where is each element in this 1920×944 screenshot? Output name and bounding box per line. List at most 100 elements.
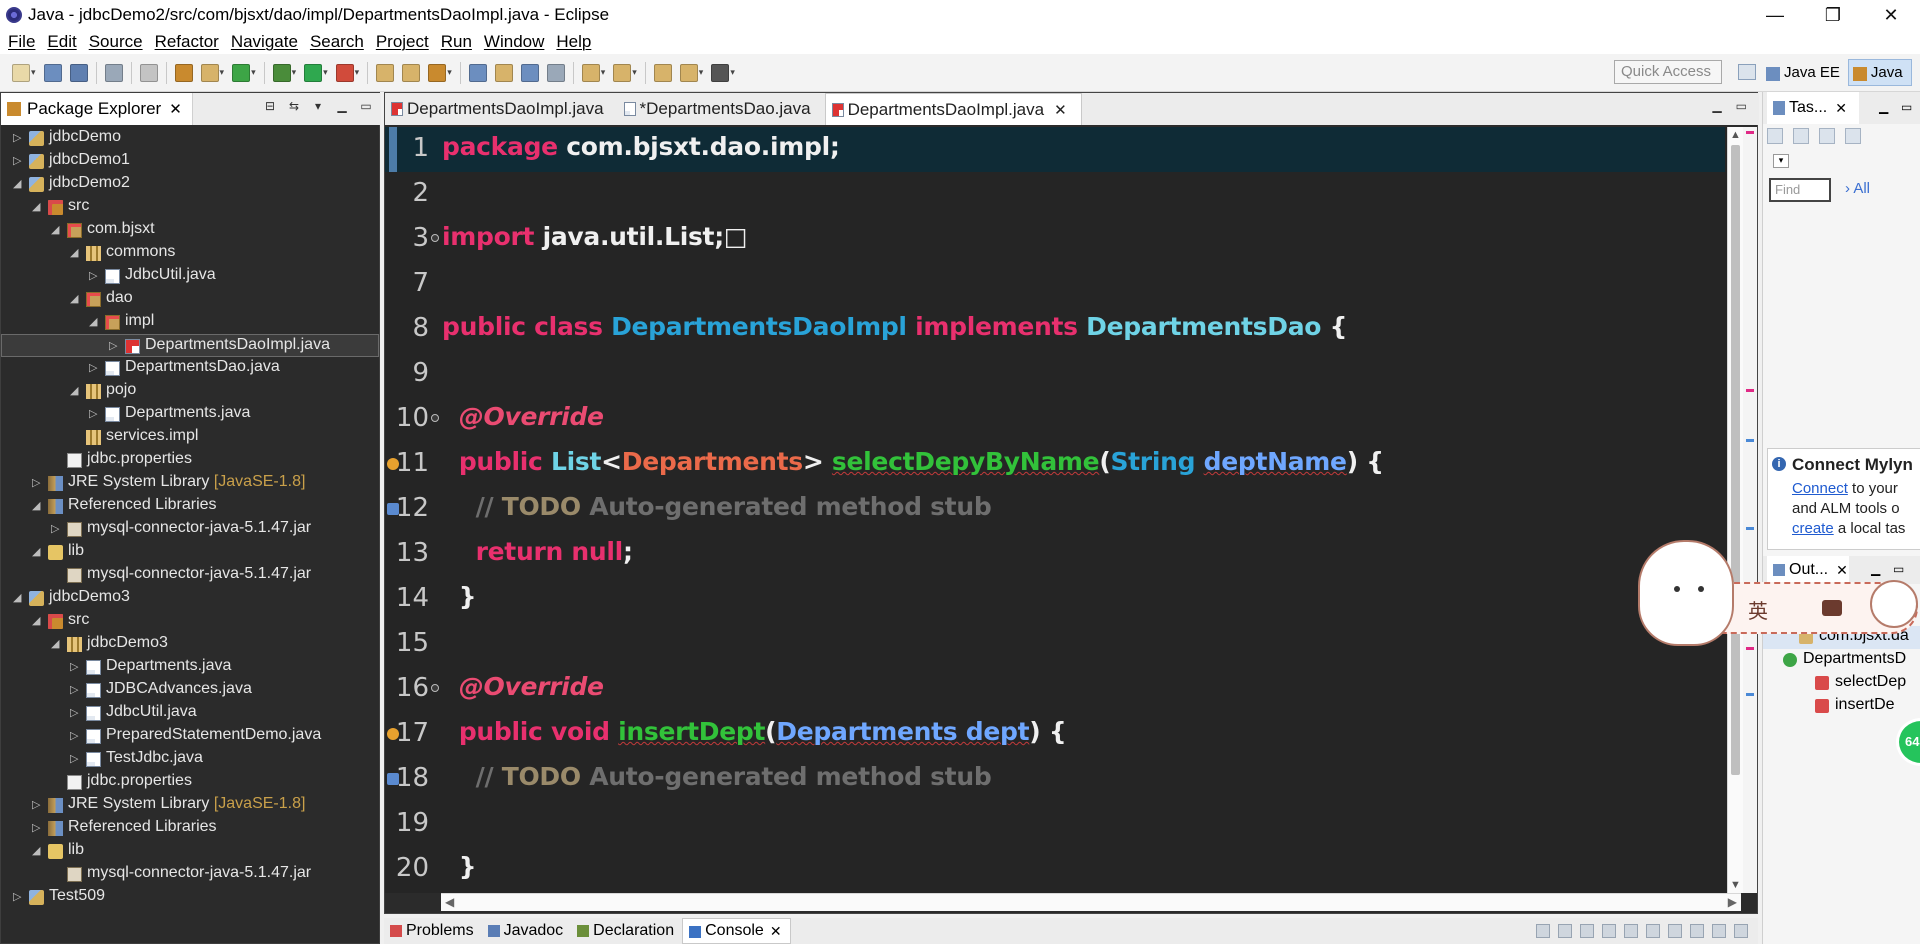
tab-problems[interactable]: Problems (384, 918, 482, 944)
tree-item[interactable]: ◢ dao (1, 288, 379, 311)
expand-arrow-icon[interactable]: ▷ (70, 729, 80, 743)
external-tools-icon[interactable] (335, 63, 354, 82)
expand-arrow-icon[interactable]: ▷ (70, 752, 80, 766)
scroll-lock-icon[interactable] (1602, 924, 1616, 938)
tab-javadoc[interactable]: Javadoc (482, 918, 572, 944)
task-marker[interactable] (1746, 439, 1754, 442)
outline-item[interactable]: DepartmentsD (1763, 649, 1920, 672)
expand-arrow-icon[interactable]: ▷ (32, 798, 42, 812)
minimize-view-icon[interactable]: ▁ (1879, 100, 1888, 114)
menu-search[interactable]: Search (304, 32, 370, 52)
collapse-arrow-icon[interactable]: ◢ (70, 384, 80, 398)
scroll-down-icon[interactable]: ▼ (1730, 879, 1741, 891)
terminate-icon[interactable] (1536, 924, 1550, 938)
minimize-button[interactable]: — (1746, 0, 1804, 30)
collapse-arrow-icon[interactable]: ◢ (13, 591, 23, 605)
back-icon[interactable] (679, 63, 698, 82)
expand-arrow-icon[interactable]: ▷ (89, 269, 99, 283)
tree-item[interactable]: ▷ Departments.java (1, 403, 379, 426)
task-marker[interactable] (1746, 527, 1754, 530)
forward-icon[interactable] (711, 63, 730, 82)
save-all-icon[interactable] (69, 63, 88, 82)
tree-item[interactable]: jdbc.properties (1, 449, 379, 472)
tree-item[interactable]: ◢ jdbcDemo3 (1, 587, 379, 610)
pin-console-icon[interactable] (1646, 924, 1660, 938)
scroll-left-icon[interactable]: ◀ (445, 895, 454, 909)
collapse-arrow-icon[interactable]: ◢ (51, 637, 61, 651)
tree-item[interactable]: ◢ impl (1, 311, 379, 334)
code-line[interactable]: 1 package com.bjsxt.dao.impl; (385, 127, 1725, 172)
fold-toggle-icon[interactable] (431, 414, 439, 422)
show-whitespace-icon[interactable] (520, 63, 539, 82)
categorize-icon[interactable] (1793, 128, 1809, 144)
expand-arrow-icon[interactable]: ▷ (70, 706, 80, 720)
new-package-icon[interactable] (200, 63, 219, 82)
collapse-arrow-icon[interactable]: ◢ (32, 499, 42, 513)
tree-item[interactable]: ▷ Departments.java (1, 656, 379, 679)
task-marker-icon[interactable] (387, 773, 399, 785)
debug-icon[interactable] (272, 63, 291, 82)
overview-ruler[interactable] (1743, 127, 1757, 893)
tree-item[interactable]: ▷ Referenced Libraries (1, 817, 379, 840)
search-icon[interactable] (428, 63, 447, 82)
menu-run[interactable]: Run (435, 32, 478, 52)
collapse-arrow-icon[interactable]: ◢ (70, 246, 80, 260)
expand-arrow-icon[interactable]: ▷ (51, 522, 61, 536)
open-perspective-icon[interactable] (1738, 64, 1756, 80)
code-line[interactable]: 13 return null; (385, 532, 1725, 577)
maximize-view-icon[interactable] (1734, 924, 1748, 938)
outline-item[interactable]: selectDep (1763, 672, 1920, 695)
expand-arrow-icon[interactable]: ▷ (32, 821, 42, 835)
close-tab-icon[interactable]: ✕ (770, 923, 782, 940)
minimize-view-icon[interactable] (1712, 924, 1726, 938)
collapse-arrow-icon[interactable]: ◢ (89, 315, 99, 329)
code-line[interactable]: 8 public class DepartmentsDaoImpl impleme… (385, 307, 1725, 352)
tree-item[interactable]: ▷ JdbcUtil.java (1, 265, 379, 288)
expand-arrow-icon[interactable]: ▷ (13, 890, 23, 904)
tree-item[interactable]: ◢ lib (1, 840, 379, 863)
tree-item[interactable]: ◢ commons (1, 242, 379, 265)
menu-file[interactable]: File (2, 32, 41, 52)
tree-item[interactable]: ◢ jdbcDemo3 (1, 633, 379, 656)
expand-arrow-icon[interactable]: ▷ (32, 476, 42, 490)
tree-item[interactable]: ▷ JdbcUtil.java (1, 702, 379, 725)
expand-arrow-icon[interactable]: ▷ (89, 361, 99, 375)
remove-launch-icon[interactable] (1558, 924, 1572, 938)
error-marker[interactable] (1746, 131, 1754, 134)
menu-navigate[interactable]: Navigate (225, 32, 304, 52)
display-console-icon[interactable] (1668, 924, 1682, 938)
new-task-icon[interactable] (1767, 128, 1783, 144)
collapse-all-icon[interactable]: ⊟ (263, 99, 277, 113)
tree-item[interactable]: mysql-connector-java-5.1.47.jar (1, 564, 379, 587)
ime-status-sticker[interactable]: 英 (1638, 540, 1920, 652)
tree-item[interactable]: ▷ JDBCAdvances.java (1, 679, 379, 702)
menu-refactor[interactable]: Refactor (149, 32, 225, 52)
ime-language-indicator[interactable]: 英 (1748, 595, 1768, 624)
package-explorer-tab[interactable]: Package Explorer ✕ (1, 93, 193, 125)
tree-item[interactable]: ▷ PreparedStatementDemo.java (1, 725, 379, 748)
error-marker[interactable] (1746, 389, 1754, 392)
code-line[interactable]: 12 // TODO Auto-generated method stub (385, 487, 1725, 532)
minimize-view-icon[interactable]: ▁ (335, 99, 349, 113)
menu-source[interactable]: Source (83, 32, 149, 52)
tree-item[interactable]: ◢ src (1, 610, 379, 633)
quick-fix-warning-icon[interactable] (387, 458, 399, 470)
code-line[interactable]: 7 (385, 262, 1725, 307)
dropdown-arrow-icon[interactable]: ▾ (730, 67, 735, 78)
dropdown-arrow-icon[interactable]: ▾ (31, 67, 36, 78)
close-tab-icon[interactable]: ✕ (1835, 100, 1847, 117)
perspective-java[interactable]: Java (1847, 58, 1912, 86)
tree-item[interactable]: ◢ src (1, 196, 379, 219)
dropdown-arrow-icon[interactable]: ▾ (699, 67, 704, 78)
maximize-view-icon[interactable]: ▭ (359, 99, 373, 113)
clear-console-icon[interactable] (1580, 924, 1594, 938)
dropdown-arrow-icon[interactable]: ▾ (355, 67, 360, 78)
block-selection-icon[interactable] (546, 63, 565, 82)
editor-tab[interactable]: DepartmentsDaoImpl.java ✕ (824, 93, 1082, 125)
tree-item[interactable]: ▷ mysql-connector-java-5.1.47.jar (1, 518, 379, 541)
task-marker[interactable] (1746, 693, 1754, 696)
close-tab-icon[interactable]: ✕ (1054, 101, 1067, 119)
save-icon[interactable] (43, 63, 62, 82)
task-filter-all-link[interactable]: › All (1845, 180, 1870, 197)
expand-arrow-icon[interactable]: ▷ (70, 660, 80, 674)
